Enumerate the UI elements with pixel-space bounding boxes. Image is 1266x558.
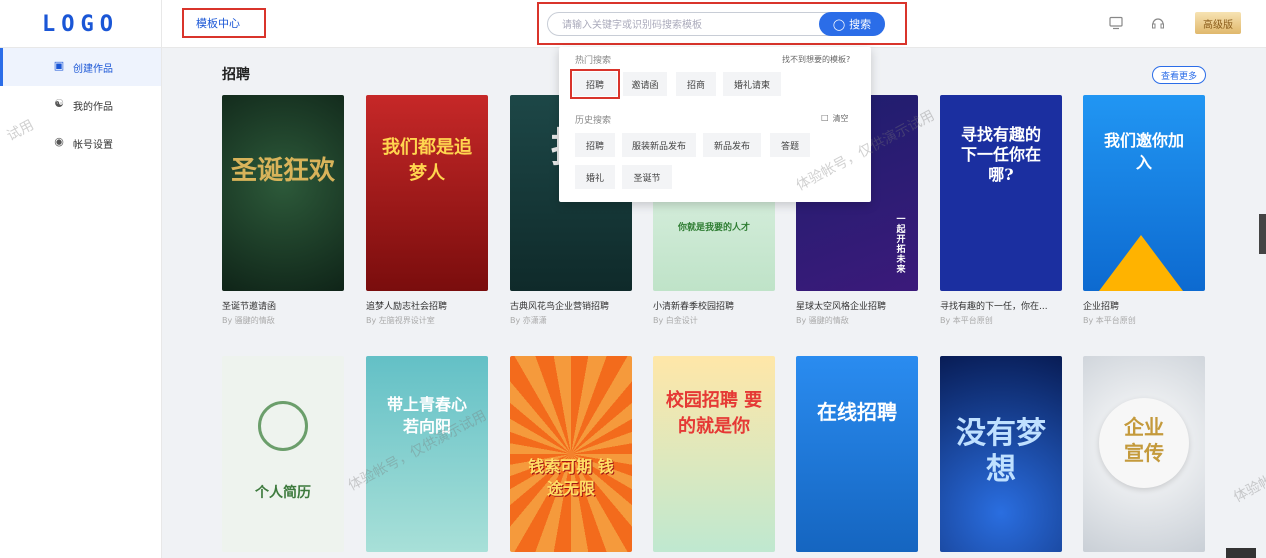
thumbnail-headline: 我们邀你加入 [1103, 131, 1184, 172]
monitor-icon[interactable] [1106, 13, 1126, 33]
history-tag[interactable]: 招聘 [575, 133, 615, 157]
template-author: By 白金设计 [653, 316, 698, 325]
template-name[interactable]: 圣诞节邀请函 [222, 299, 344, 312]
template-card[interactable]: 在线招聘 [796, 356, 918, 552]
thumbnail-headline: 校园招聘 要的就是你 [665, 390, 763, 437]
template-center-link[interactable]: 模板中心 [182, 8, 266, 38]
template-thumbnail[interactable]: 圣诞狂欢 [222, 95, 344, 291]
top-header: LOGO 模板中心 ◯ 搜索 高级版 [0, 0, 1266, 48]
template-thumbnail[interactable]: 校园招聘 要的就是你 [653, 356, 775, 552]
section-title: 招聘 [222, 67, 250, 83]
template-thumbnail[interactable]: 带上青春心若向阳 [366, 356, 488, 552]
template-author: By 亦潇潇 [510, 316, 547, 325]
template-author: By 骚腱的情敌 [796, 316, 849, 325]
search-input[interactable] [548, 14, 808, 37]
template-card[interactable]: 没有梦想 [940, 356, 1062, 552]
mountain-shape [1099, 235, 1183, 291]
template-name[interactable]: 古典风花鸟企业营销招聘 [510, 299, 632, 312]
thumbnail-headline: 寻找有趣的下一任你在哪? [960, 125, 1041, 184]
template-thumbnail[interactable]: 我们都是追梦人 [366, 95, 488, 291]
template-card[interactable]: 我们都是追梦人 追梦人励志社会招聘 By 左脑视界设计室 [366, 95, 488, 326]
not-found-link[interactable]: 找不到想要的模板? [782, 54, 850, 65]
user-icon: ☯ [54, 97, 64, 110]
template-name[interactable]: 企业招聘 [1083, 299, 1205, 312]
hot-search-label: 热门搜索 [575, 56, 612, 66]
thumbnail-headline: 你就是我要的人才 [677, 223, 750, 233]
history-tag[interactable]: 服装新品发布 [622, 133, 696, 157]
template-name[interactable]: 小清新春季校园招聘 [653, 299, 775, 312]
template-card[interactable]: 我们邀你加入 企业招聘 By 本平台原创 [1083, 95, 1205, 326]
search-button[interactable]: ◯ 搜索 [819, 12, 885, 36]
thumbnail-headline: 个人简历 [255, 485, 311, 501]
sidebar-item-label: 创建作品 [73, 63, 113, 75]
template-author: By 本平台原创 [940, 316, 993, 325]
template-name[interactable]: 寻找有趣的下一任，你在... [940, 299, 1062, 312]
history-search-label: 历史搜索 [575, 116, 612, 126]
pro-version-badge[interactable]: 高级版 [1195, 12, 1241, 34]
template-card[interactable]: 校园招聘 要的就是你 [653, 356, 775, 552]
clear-history-button[interactable]: □ 清空 [821, 113, 849, 124]
sidebar-item-label: 我的作品 [73, 101, 113, 113]
template-card[interactable]: 带上青春心若向阳 [366, 356, 488, 552]
thumbnail-headline: 在线招聘 [817, 400, 897, 424]
sidebar: ▣ 创建作品 ☯ 我的作品 ◉ 帐号设置 [0, 48, 162, 558]
thumbnail-headline: 圣诞狂欢 [230, 156, 335, 186]
template-card[interactable]: 钱索可期 钱途无限 [510, 356, 632, 552]
sidebar-item-label: 帐号设置 [73, 139, 113, 151]
sidebar-item-create[interactable]: ▣ 创建作品 [0, 48, 161, 86]
thumbnail-headline: 没有梦想 [956, 416, 1046, 487]
template-thumbnail[interactable]: 没有梦想 [940, 356, 1062, 552]
settings-icon: ◉ [54, 135, 64, 148]
hot-tag[interactable]: 邀请函 [623, 72, 667, 96]
thumbnail-headline: 钱索可期 钱途无限 [528, 457, 614, 498]
search-field-wrapper: ◯ 搜索 [547, 12, 885, 37]
template-thumbnail[interactable]: 寻找有趣的下一任你在哪? [940, 95, 1062, 291]
template-author: By 左脑视界设计室 [366, 316, 435, 325]
search-button-label: 搜索 [849, 18, 872, 31]
template-author: By 骚腱的情敌 [222, 316, 275, 325]
sidebar-item-account-settings[interactable]: ◉ 帐号设置 [0, 124, 161, 162]
template-name[interactable]: 追梦人励志社会招聘 [366, 299, 488, 312]
see-more-button[interactable]: 查看更多 [1152, 66, 1206, 84]
template-thumbnail[interactable]: 我们邀你加入 [1083, 95, 1205, 291]
logo[interactable]: LOGO [42, 12, 119, 37]
history-tag[interactable]: 圣诞节 [622, 165, 672, 189]
create-icon: ▣ [53, 59, 65, 72]
thumbnail-headline: 企业宣传 [1124, 415, 1164, 465]
search-dropdown: 热门搜索 找不到想要的模板? 招聘 邀请函 招商 婚礼请柬 历史搜索 □ 清空 … [559, 47, 871, 202]
bottom-corner-widget[interactable] [1226, 548, 1256, 558]
hot-tag[interactable]: 招聘 [570, 69, 620, 99]
clear-history-label: 清空 [832, 114, 849, 123]
template-card[interactable]: 企业宣传 [1083, 356, 1205, 552]
side-feedback-tab[interactable] [1259, 214, 1266, 254]
search-area: ◯ 搜索 [537, 2, 907, 45]
history-tag[interactable]: 新品发布 [703, 133, 761, 157]
thumbnail-headline: 我们都是追梦人 [382, 137, 472, 184]
hot-tag[interactable]: 婚礼请柬 [723, 72, 781, 96]
hot-tag[interactable]: 招商 [676, 72, 716, 96]
template-author: By 本平台原创 [1083, 316, 1136, 325]
logo-area[interactable]: LOGO [0, 0, 162, 48]
template-card[interactable]: 寻找有趣的下一任你在哪? 寻找有趣的下一任，你在... By 本平台原创 [940, 95, 1062, 326]
template-card[interactable]: 圣诞狂欢 圣诞节邀请函 By 骚腱的情敌 [222, 95, 344, 326]
thumbnail-headline: 一起开拓未来 [896, 215, 906, 275]
sidebar-item-my-works[interactable]: ☯ 我的作品 [0, 86, 161, 124]
template-thumbnail[interactable]: 企业宣传 [1083, 356, 1205, 552]
template-thumbnail[interactable]: 钱索可期 钱途无限 [510, 356, 632, 552]
watermark: 体验帐 [1231, 471, 1266, 506]
template-thumbnail[interactable]: 个人简历 [222, 356, 344, 552]
template-name[interactable]: 星球太空风格企业招聘 [796, 299, 918, 312]
template-card[interactable]: 个人简历 [222, 356, 344, 552]
portrait-frame [258, 401, 308, 451]
search-icon: ◯ [832, 17, 846, 31]
thumbnail-headline: 带上青春心若向阳 [386, 395, 467, 436]
trash-icon: □ [821, 113, 829, 122]
history-tag[interactable]: 答题 [770, 133, 810, 157]
history-tag[interactable]: 婚礼 [575, 165, 615, 189]
template-thumbnail[interactable]: 在线招聘 [796, 356, 918, 552]
headset-icon[interactable] [1148, 13, 1168, 33]
